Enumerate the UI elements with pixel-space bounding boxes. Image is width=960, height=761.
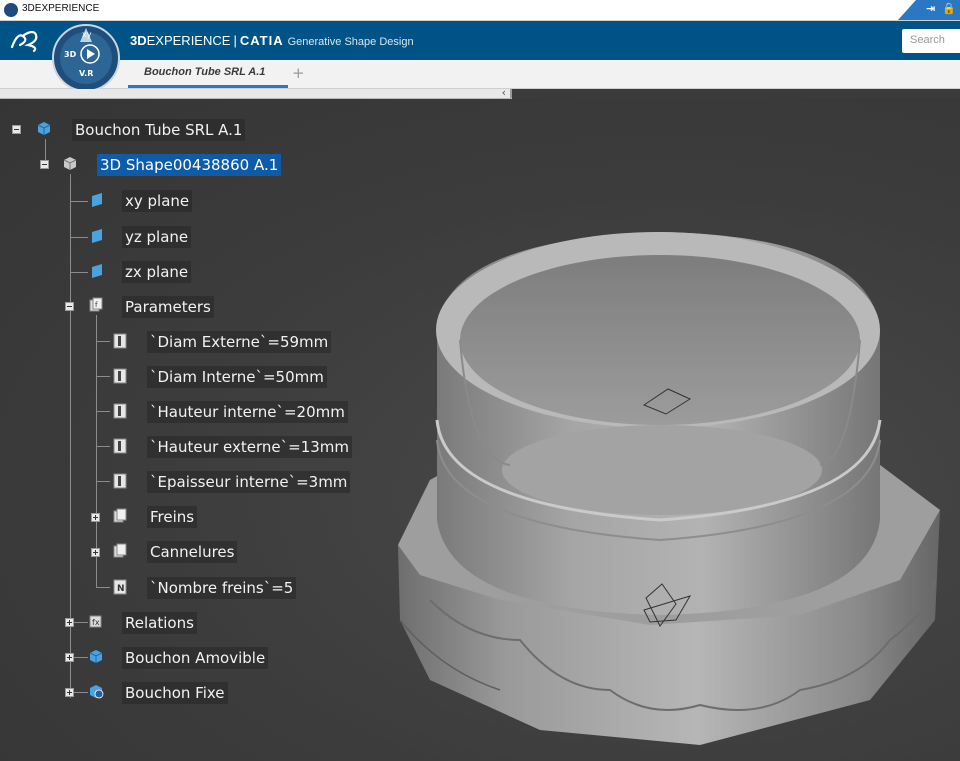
collapse-toggle[interactable] bbox=[65, 302, 74, 311]
expand-toggle[interactable] bbox=[65, 618, 74, 627]
tree-node-parameters[interactable]: Parameters bbox=[122, 296, 214, 318]
tree-connector bbox=[70, 272, 88, 273]
tree-connector bbox=[70, 237, 88, 238]
plane-icon bbox=[92, 264, 102, 278]
tree-connector bbox=[96, 315, 97, 587]
expand-toggle[interactable] bbox=[65, 688, 74, 697]
compass-vr-label: V.R bbox=[79, 69, 93, 78]
expand-toggle[interactable] bbox=[91, 513, 100, 522]
parameter-icon bbox=[113, 333, 127, 349]
tab-bouchon-tube[interactable]: Bouchon Tube SRL A.1 bbox=[128, 60, 288, 88]
search-placeholder: Search bbox=[910, 34, 945, 46]
parameter-set-icon bbox=[113, 543, 127, 558]
tree-connector bbox=[96, 411, 110, 412]
pin-icon[interactable]: ⇥ bbox=[926, 2, 935, 15]
window-title: 3DEXPERIENCE bbox=[22, 3, 100, 14]
body-icon bbox=[90, 685, 104, 699]
expand-toggle[interactable] bbox=[91, 548, 100, 557]
parameters-icon: f bbox=[89, 297, 103, 312]
3dexperience-app-icon bbox=[4, 3, 18, 17]
add-tab-button[interactable]: + bbox=[292, 64, 305, 82]
window-corner-controls: ⇥ 🔒 bbox=[898, 0, 960, 20]
tree-connector bbox=[96, 446, 110, 447]
splitter-grip[interactable] bbox=[510, 89, 512, 98]
brand-experience: EXPERIENCE bbox=[146, 33, 231, 48]
tab-label: Bouchon Tube SRL A.1 bbox=[144, 66, 266, 78]
relations-icon: fx bbox=[89, 615, 102, 628]
tree-connector bbox=[96, 587, 110, 588]
tree-node-bouchon-fixe[interactable]: Bouchon Fixe bbox=[122, 682, 228, 704]
brand-3d: 3D bbox=[130, 33, 147, 48]
tree-node-freins[interactable]: Freins bbox=[147, 506, 198, 528]
app-header: 3DEXPERIENCE | CATIA Generative Shape Desig… bbox=[0, 21, 960, 60]
tree-node-xy-plane[interactable]: xy plane bbox=[122, 190, 193, 212]
tree-connector bbox=[96, 481, 110, 482]
body-icon bbox=[89, 650, 103, 663]
tree-node-3d-shape[interactable]: 3D Shape00438860 A.1 bbox=[97, 154, 282, 176]
tree-node-cannelures[interactable]: Cannelures bbox=[147, 541, 238, 563]
active-tab-indicator bbox=[128, 85, 288, 88]
search-input[interactable]: Search bbox=[902, 29, 960, 53]
tree-splitter[interactable]: ‹ bbox=[0, 86, 512, 99]
parameter-icon bbox=[113, 368, 127, 384]
plane-icon bbox=[92, 193, 102, 207]
parameter-set-icon bbox=[113, 508, 127, 523]
tree-node-epaisseur-interne[interactable]: `Epaisseur interne`=3mm bbox=[147, 471, 351, 493]
svg-text:fx: fx bbox=[92, 618, 100, 627]
app-name: Generative Shape Design bbox=[287, 36, 414, 48]
tree-node-diam-externe[interactable]: `Diam Externe`=59mm bbox=[147, 331, 332, 353]
tree-node-root[interactable]: Bouchon Tube SRL A.1 bbox=[72, 119, 246, 141]
collapse-tree-icon[interactable]: ‹ bbox=[502, 86, 506, 99]
compass-x-label: xy bbox=[82, 30, 92, 39]
tree-node-yz-plane[interactable]: yz plane bbox=[122, 226, 192, 248]
expand-toggle[interactable] bbox=[65, 653, 74, 662]
product-icon bbox=[37, 122, 51, 135]
parameter-icon bbox=[113, 438, 127, 454]
tree-node-hauteur-interne[interactable]: `Hauteur interne`=20mm bbox=[147, 401, 348, 423]
compass-widget[interactable]: 3D V.R xy bbox=[52, 24, 120, 92]
svg-text:N: N bbox=[117, 584, 125, 594]
tree-node-nombre-freins[interactable]: `Nombre freins`=5 bbox=[147, 577, 297, 599]
tree-node-zx-plane[interactable]: zx plane bbox=[122, 261, 192, 283]
collapse-toggle[interactable] bbox=[40, 160, 49, 169]
product-brand: 3DEXPERIENCE | CATIA Generative Shape Desig… bbox=[130, 33, 414, 48]
brand-catia: CATIA bbox=[239, 33, 284, 48]
plane-icon bbox=[92, 229, 102, 243]
integer-parameter-icon: N bbox=[113, 579, 127, 595]
compass-3d-label: 3D bbox=[64, 50, 77, 59]
3d-shape-icon bbox=[63, 157, 77, 170]
tree-node-relations[interactable]: Relations bbox=[122, 612, 197, 634]
lock-icon[interactable]: 🔒 bbox=[942, 2, 956, 15]
tree-node-diam-interne[interactable]: `Diam Interne`=50mm bbox=[147, 366, 327, 388]
tab-bar: Bouchon Tube SRL A.1 + bbox=[0, 60, 960, 89]
parameter-icon bbox=[113, 473, 127, 489]
window-title-bar: 3DEXPERIENCE ⇥ 🔒 bbox=[0, 0, 960, 21]
tree-connector bbox=[70, 201, 88, 202]
tree-node-hauteur-externe[interactable]: `Hauteur externe`=13mm bbox=[147, 436, 352, 458]
tree-node-bouchon-amovible[interactable]: Bouchon Amovible bbox=[122, 647, 269, 669]
collapse-toggle[interactable] bbox=[12, 125, 21, 134]
parameter-icon bbox=[113, 403, 127, 419]
tree-connector bbox=[96, 376, 110, 377]
dassault-logo-icon[interactable] bbox=[8, 27, 42, 53]
tree-connector bbox=[96, 341, 110, 342]
brand-separator: | bbox=[233, 33, 237, 48]
